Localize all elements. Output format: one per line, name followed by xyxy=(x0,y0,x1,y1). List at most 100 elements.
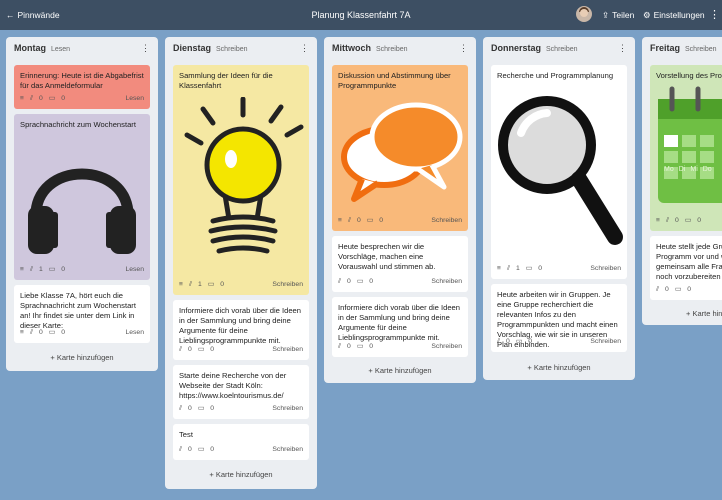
calendar-icon xyxy=(658,86,722,203)
card-text: Starte deine Recherche von der Webseite … xyxy=(179,371,287,400)
text-icon: ≡ xyxy=(20,266,24,273)
comment-icon: ▭ xyxy=(48,266,56,273)
comment-icon: ▭ xyxy=(48,329,56,336)
headphones-icon xyxy=(28,168,136,254)
comment-icon: ▭ xyxy=(207,281,215,288)
comment-icon: ▭ xyxy=(515,338,523,345)
column-donnerstag: Donnerstag Schreiben ⋮ Recherche und Pro… xyxy=(483,37,635,380)
card[interactable]: Heute arbeiten wir in Gruppen. Je eine G… xyxy=(491,284,627,352)
card-role: Schreiben xyxy=(272,405,303,412)
more-menu-icon[interactable]: ⋮ xyxy=(709,8,720,21)
card[interactable]: Diskussion und Abstimmung über Programmp… xyxy=(332,65,468,231)
add-card-button[interactable]: + Karte hinzufügen xyxy=(642,309,722,318)
card-role: Schreiben xyxy=(272,346,303,353)
comment-count: 0 xyxy=(210,405,215,412)
column-title: Freitag xyxy=(650,43,681,53)
attachment-icon: ⫽ xyxy=(179,346,183,353)
calendar-day-labels: Mo Di Mi Do xyxy=(664,166,712,173)
add-card-button[interactable]: + Karte hinzufügen xyxy=(483,363,635,372)
text-icon: ≡ xyxy=(497,265,501,272)
like-count: 1 xyxy=(198,281,202,288)
like-count: 1 xyxy=(39,266,43,273)
attachment-icon: ⫽ xyxy=(188,281,193,288)
column-title: Dienstag xyxy=(173,43,212,53)
like-count: 0 xyxy=(39,95,43,102)
card[interactable]: Test ⫽ 0 ▭ 0 Schreiben xyxy=(173,424,309,460)
card[interactable]: Informiere dich vorab über die Ideen in … xyxy=(332,297,468,357)
comment-count: 0 xyxy=(379,217,383,224)
card-text: Informiere dich vorab über die Ideen in … xyxy=(179,306,301,345)
comment-icon: ▭ xyxy=(356,278,364,285)
column-title: Mittwoch xyxy=(332,43,371,53)
comment-count: 0 xyxy=(369,278,374,285)
like-count: 0 xyxy=(188,446,192,453)
card-role: Schreiben xyxy=(431,343,462,350)
card[interactable]: Recherche und Programmplanung ≡ ⫽ 1 ▭ 0 Sc… xyxy=(491,65,627,279)
like-count: 0 xyxy=(357,217,361,224)
card-text: Test xyxy=(179,430,193,439)
magnifier-icon xyxy=(498,96,623,245)
column-menu-icon[interactable]: ⋮ xyxy=(618,43,627,54)
column-menu-icon[interactable]: ⋮ xyxy=(141,43,150,54)
card[interactable]: Informiere dich vorab über die Ideen in … xyxy=(173,300,309,360)
like-count: 0 xyxy=(39,329,43,336)
column-role: Lesen xyxy=(51,46,71,53)
comment-count: 0 xyxy=(210,446,215,453)
card-text: Recherche und Programmplanung xyxy=(497,71,614,80)
card-text: Erinnerung: Heute ist die Abgabefrist fü… xyxy=(20,71,144,90)
comment-count: 0 xyxy=(369,343,374,350)
comment-count: 0 xyxy=(210,346,215,353)
card-text: Sammlung der Ideen für die Klassenfahrt xyxy=(179,71,273,90)
like-count: 0 xyxy=(347,343,351,350)
column-freitag: Freitag Schreiben Vorstellung des Progra… xyxy=(642,37,722,325)
like-count: 0 xyxy=(188,405,192,412)
comment-count: 0 xyxy=(220,281,224,288)
share-button[interactable]: ⇪ Teilen xyxy=(602,10,634,21)
text-icon: ≡ xyxy=(338,217,342,224)
lightbulb-icon xyxy=(184,97,304,254)
text-icon: ≡ xyxy=(20,95,24,102)
card-text: Informiere dich vorab über die Ideen in … xyxy=(338,303,460,342)
comment-icon: ▭ xyxy=(197,405,205,412)
card[interactable]: Liebe Klasse 7A, hört euch die Sprachnac… xyxy=(14,285,150,343)
settings-button[interactable]: ⚙ Einstellungen xyxy=(643,10,705,21)
share-icon: ⇪ xyxy=(602,10,610,20)
card-role: Schreiben xyxy=(431,278,462,285)
card-role: Schreiben xyxy=(431,217,462,224)
card[interactable]: Sprachnachricht zum Wochenstart ≡ ⫽ 1 ▭ 0 … xyxy=(14,114,150,280)
card[interactable]: Vorstellung des Programms Mo Di Mi Do ≡ … xyxy=(650,65,722,231)
column-menu-icon[interactable]: ⋮ xyxy=(300,43,309,54)
comment-count: 0 xyxy=(61,95,65,102)
attachment-icon: ⫽ xyxy=(29,95,34,102)
like-count: 0 xyxy=(347,278,351,285)
card-role: Lesen xyxy=(125,329,144,336)
comment-count: 0 xyxy=(697,217,701,224)
comment-count: 0 xyxy=(61,266,65,273)
card[interactable]: Erinnerung: Heute ist die Abgabefrist fü… xyxy=(14,65,150,109)
card[interactable]: Starte deine Recherche von der Webseite … xyxy=(173,365,309,419)
card[interactable]: Sammlung der Ideen für die Klassenfahrt … xyxy=(173,65,309,295)
attachment-icon: ⫽ xyxy=(506,265,511,272)
attachment-icon: ⫽ xyxy=(29,266,34,273)
like-count: 0 xyxy=(665,286,669,293)
comment-icon: ▭ xyxy=(48,95,56,102)
comment-count: 0 xyxy=(61,329,65,336)
card[interactable]: Heute stellt jede Gruppe ihr Programm vo… xyxy=(650,236,722,300)
attachment-icon: ⫽ xyxy=(497,338,501,345)
comment-icon: ▭ xyxy=(684,217,692,224)
text-icon: ≡ xyxy=(20,329,24,336)
card-role: Schreiben xyxy=(590,265,621,272)
add-card-button[interactable]: + Karte hinzufügen xyxy=(324,366,476,375)
like-count: 0 xyxy=(188,346,192,353)
add-card-button[interactable]: + Karte hinzufügen xyxy=(165,470,317,479)
like-count: 0 xyxy=(506,338,510,345)
avatar[interactable] xyxy=(576,6,592,22)
add-card-button[interactable]: + Karte hinzufügen xyxy=(6,353,158,362)
column-menu-icon[interactable]: ⋮ xyxy=(459,43,468,54)
column-role: Schreiben xyxy=(685,46,717,53)
comment-count: 0 xyxy=(528,338,533,345)
attachment-icon: ⫽ xyxy=(338,278,342,285)
card[interactable]: Heute besprechen wir die Vorschläge, mac… xyxy=(332,236,468,292)
attachment-icon: ⫽ xyxy=(338,343,342,350)
card-role: Schreiben xyxy=(590,338,621,345)
